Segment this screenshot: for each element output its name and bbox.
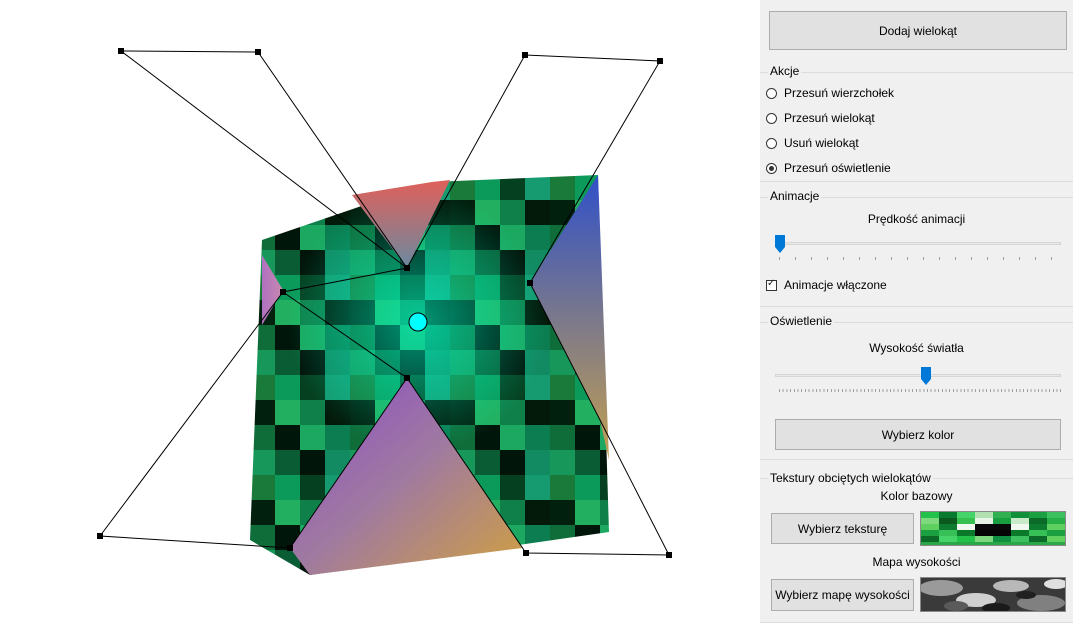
base-texture-preview (920, 511, 1066, 546)
radio-button[interactable] (766, 162, 777, 174)
choose-color-button[interactable]: Wybierz kolor (775, 419, 1061, 450)
radio-label: Przesuń oświetlenie (784, 161, 891, 175)
slider-thumb[interactable] (921, 367, 932, 385)
add-polygon-button[interactable]: Dodaj wielokąt (769, 11, 1067, 50)
vertex-handle[interactable] (522, 52, 528, 58)
control-panel: Dodaj wielokąt Akcje Przesuń wierzchołek… (760, 0, 1073, 623)
slider-track (775, 242, 1061, 245)
action-radio-option[interactable]: Przesuń wierzchołek (766, 85, 894, 101)
height-map-preview (920, 577, 1066, 612)
vertex-handle[interactable] (404, 265, 410, 271)
vertex-handle[interactable] (97, 533, 103, 539)
vertex-handle[interactable] (287, 545, 293, 551)
radio-button[interactable] (766, 137, 777, 149)
checkbox-box[interactable]: ✓ (766, 278, 777, 291)
slider-ticks (779, 389, 1061, 392)
height-map-label: Mapa wysokości (872, 555, 961, 569)
vertex-handle[interactable] (657, 58, 663, 64)
lighting-group-title: Oświetlenie (768, 314, 835, 328)
vertex-handle[interactable] (280, 289, 286, 295)
base-color-label: Kolor bazowy (880, 489, 953, 503)
vertex-handle[interactable] (527, 280, 533, 286)
animations-enabled-label: Animacje włączone (784, 278, 887, 292)
drawing-canvas[interactable] (0, 0, 760, 623)
light-source-handle[interactable] (408, 312, 428, 332)
vertex-handle[interactable] (523, 550, 529, 556)
choose-texture-button[interactable]: Wybierz teksturę (771, 513, 914, 544)
animations-enabled-checkbox[interactable]: ✓ Animacje włączone (766, 277, 887, 293)
action-radio-option[interactable]: Przesuń oświetlenie (766, 160, 891, 176)
vertex-handle[interactable] (118, 48, 124, 54)
vertex-handle[interactable] (666, 552, 672, 558)
action-radio-option[interactable]: Usuń wielokąt (766, 135, 859, 151)
slider-track (775, 374, 1061, 377)
slider-thumb[interactable] (775, 235, 785, 253)
choose-height-map-button[interactable]: Wybierz mapę wysokości (771, 579, 914, 611)
radio-label: Przesuń wielokąt (784, 111, 875, 125)
actions-group-title: Akcje (768, 64, 802, 78)
animation-speed-label: Prędkość animacji (867, 212, 966, 226)
radio-button[interactable] (766, 112, 777, 124)
vertex-handle[interactable] (255, 49, 261, 55)
slider-ticks (779, 257, 1061, 260)
action-radio-option[interactable]: Przesuń wielokąt (766, 110, 875, 126)
polygon-edge (120, 50, 408, 269)
polygon-scene[interactable] (0, 0, 760, 623)
animations-group-title: Animacje (768, 189, 822, 203)
radio-label: Usuń wielokąt (784, 136, 859, 150)
radio-button[interactable] (766, 87, 777, 99)
height-map-image (921, 578, 1065, 611)
texture-preview-image (921, 512, 1065, 545)
textures-group-title: Tekstury obciętych wielokątów (768, 471, 933, 485)
light-height-label: Wysokość światła (869, 341, 964, 355)
radio-label: Przesuń wierzchołek (784, 86, 895, 100)
vertex-handle[interactable] (404, 375, 410, 381)
